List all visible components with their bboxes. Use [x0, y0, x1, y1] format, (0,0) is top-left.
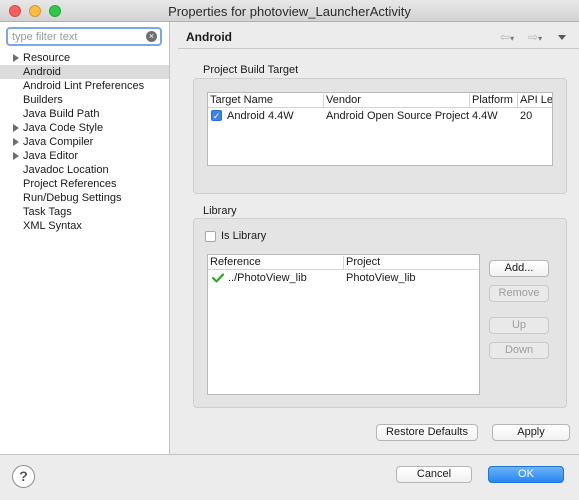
column-header-reference[interactable]: Reference: [208, 256, 344, 270]
target-platform-cell: 4.4W: [472, 110, 498, 122]
move-up-button[interactable]: Up: [489, 317, 549, 334]
tree-item-label: Java Compiler: [23, 136, 94, 148]
library-label: Library: [203, 205, 237, 217]
apply-button[interactable]: Apply: [492, 424, 570, 441]
view-menu-icon[interactable]: [558, 35, 566, 40]
tree-item-label: XML Syntax: [23, 220, 82, 232]
table-row[interactable]: ✓ Android 4.4W Android Open Source Proje…: [208, 108, 552, 124]
add-library-button[interactable]: Add...: [489, 260, 549, 277]
column-header-api-level[interactable]: API Le: [518, 94, 552, 108]
filter-input[interactable]: [12, 30, 142, 44]
tree-item-resource[interactable]: Resource: [0, 51, 169, 65]
library-reference-table: Reference Project ../PhotoView_lib Photo…: [207, 254, 480, 395]
window-title: Properties for photoview_LauncherActivit…: [168, 4, 411, 19]
build-target-header: Target Name Vendor Platform API Le: [208, 93, 552, 108]
category-pane: × Resource Android Android Lint Preference…: [0, 22, 170, 454]
tree-item-label: Java Build Path: [23, 108, 100, 120]
back-arrow-icon[interactable]: ⇦▾: [500, 30, 514, 44]
expand-arrow-icon[interactable]: [13, 138, 19, 146]
column-header-project[interactable]: Project: [344, 256, 479, 270]
tree-item-android-lint-preferences[interactable]: Android Lint Preferences: [0, 79, 169, 93]
column-header-platform[interactable]: Platform: [470, 94, 518, 108]
tree-item-label: Android Lint Preferences: [23, 80, 145, 92]
page-title: Android: [186, 30, 232, 44]
build-target-table: Target Name Vendor Platform API Le ✓ And…: [207, 92, 553, 166]
header-divider: [178, 48, 579, 49]
filter-field[interactable]: ×: [6, 27, 162, 46]
tree-item-label: Run/Debug Settings: [23, 192, 122, 204]
column-header-vendor[interactable]: Vendor: [324, 94, 470, 108]
ok-button[interactable]: OK: [488, 466, 564, 483]
tree-item-label: Java Editor: [23, 150, 79, 162]
tree-item-java-editor[interactable]: Java Editor: [0, 149, 169, 163]
tree-item-xml-syntax[interactable]: XML Syntax: [0, 219, 169, 233]
tree-item-label: Resource: [23, 52, 71, 64]
tree-item-task-tags[interactable]: Task Tags: [0, 205, 169, 219]
tree-item-builders[interactable]: Builders: [0, 93, 169, 107]
tree-item-label: Android: [23, 66, 61, 78]
target-checkbox[interactable]: ✓: [211, 110, 222, 121]
table-row[interactable]: ../PhotoView_lib PhotoView_lib: [208, 270, 479, 286]
build-target-label: Project Build Target: [203, 64, 299, 76]
tree-item-label: Task Tags: [23, 206, 72, 218]
expand-arrow-icon[interactable]: [13, 54, 19, 62]
tree-item-label: Javadoc Location: [23, 164, 109, 176]
checkmark-icon: [212, 273, 224, 283]
reference-path-cell: ../PhotoView_lib: [228, 272, 307, 284]
target-name-cell: Android 4.4W: [227, 110, 294, 122]
forward-arrow-icon[interactable]: ⇨▾: [528, 30, 542, 44]
tree-item-java-compiler[interactable]: Java Compiler: [0, 135, 169, 149]
remove-library-button[interactable]: Remove: [489, 285, 549, 302]
target-vendor-cell: Android Open Source Project: [326, 110, 470, 122]
footer-divider: [0, 454, 579, 455]
library-reference-header: Reference Project: [208, 255, 479, 270]
clear-filter-icon[interactable]: ×: [146, 31, 157, 42]
restore-defaults-button[interactable]: Restore Defaults: [376, 424, 478, 441]
target-api-cell: 20: [520, 110, 533, 122]
cancel-button[interactable]: Cancel: [396, 466, 472, 483]
is-library-label: Is Library: [221, 230, 267, 242]
tree-item-label: Builders: [23, 94, 63, 106]
tree-item-run-debug-settings[interactable]: Run/Debug Settings: [0, 191, 169, 205]
category-tree: Resource Android Android Lint Preferences B…: [0, 51, 169, 233]
tree-item-label: Project References: [23, 178, 117, 190]
tree-item-javadoc-location[interactable]: Javadoc Location: [0, 163, 169, 177]
is-library-checkbox[interactable]: [205, 231, 216, 242]
reference-project-cell: PhotoView_lib: [346, 272, 416, 284]
page-header: Android ⇦▾ ⇨▾: [178, 26, 573, 48]
tree-item-java-build-path[interactable]: Java Build Path: [0, 107, 169, 121]
tree-item-project-references[interactable]: Project References: [0, 177, 169, 191]
tree-item-android[interactable]: Android: [0, 65, 169, 79]
tree-item-java-code-style[interactable]: Java Code Style: [0, 121, 169, 135]
expand-arrow-icon[interactable]: [13, 152, 19, 160]
tree-item-label: Java Code Style: [23, 122, 104, 134]
expand-arrow-icon[interactable]: [13, 124, 19, 132]
column-header-target-name[interactable]: Target Name: [208, 94, 324, 108]
help-button[interactable]: ?: [12, 465, 35, 488]
move-down-button[interactable]: Down: [489, 342, 549, 359]
title-bar: Properties for photoview_LauncherActivit…: [0, 0, 579, 22]
